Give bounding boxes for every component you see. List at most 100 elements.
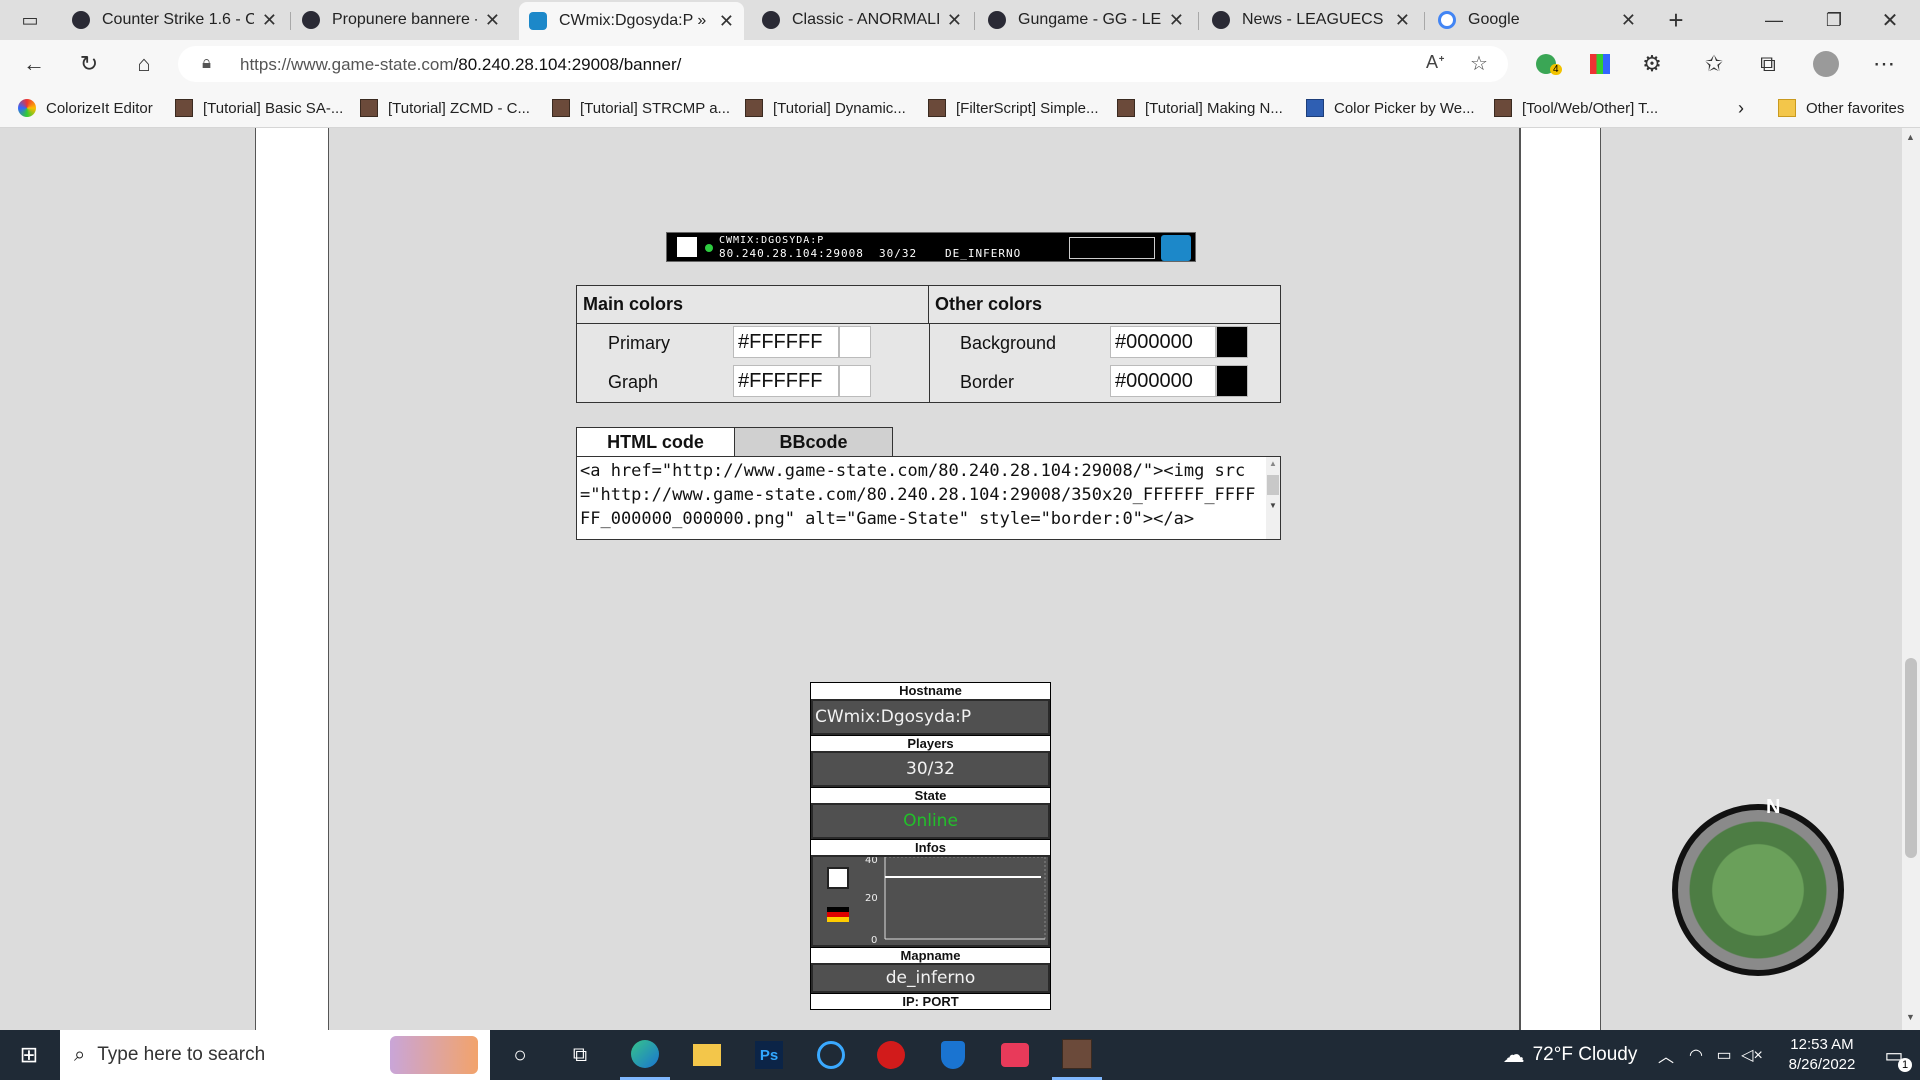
notification-center-icon[interactable]: ▭ 1: [1872, 1030, 1916, 1080]
weather-widget[interactable]: ☁ 72°F Cloudy: [1490, 1030, 1650, 1080]
back-icon[interactable]: ←: [18, 48, 50, 80]
bookmark-label: [Tutorial] Dynamic...: [773, 99, 906, 117]
bookmark-favicon: [745, 99, 763, 117]
taskbar-search[interactable]: ⌕ Type here to search: [60, 1030, 490, 1080]
tab-bbcode[interactable]: BBcode: [734, 427, 893, 457]
tab-news-leaguecs[interactable]: News - LEAGUECS - R ✕: [1202, 4, 1420, 36]
restore-icon[interactable]: ❐: [1818, 4, 1850, 36]
embed-code-textarea[interactable]: <a href="http://www.game-state.com/80.24…: [576, 456, 1281, 540]
bookmark-filterscript[interactable]: [FilterScript] Simple...: [928, 96, 1099, 120]
background-color-input[interactable]: #000000: [1110, 326, 1216, 358]
bookmark-zcmd[interactable]: [Tutorial] ZCMD - C...: [360, 96, 530, 120]
close-icon[interactable]: ✕: [719, 11, 734, 32]
bookmark-label: [Tutorial] STRCMP a...: [580, 99, 731, 117]
game-app-icon[interactable]: [866, 1030, 916, 1080]
tab-favicon: [1212, 11, 1230, 29]
home-icon[interactable]: ⌂: [128, 48, 160, 80]
refresh-icon[interactable]: ↻: [73, 48, 105, 80]
tab-counter-strike[interactable]: Counter Strike 1.6 - Cl ✕: [62, 4, 287, 36]
close-icon[interactable]: ✕: [262, 10, 277, 31]
tab-cwmix-active[interactable]: CWmix:Dgosyda:P » B ✕: [519, 2, 744, 40]
scroll-down-icon[interactable]: ▼: [1269, 501, 1277, 510]
bookmark-colorizeit[interactable]: ColorizeIt Editor: [18, 96, 153, 120]
tab-propunere[interactable]: Propunere bannere - S ✕: [292, 4, 510, 36]
scroll-up-icon[interactable]: ▲: [1269, 459, 1277, 468]
bookmark-strcmp[interactable]: [Tutorial] STRCMP a...: [552, 96, 730, 120]
mapname-heading: Mapname: [811, 947, 1050, 963]
close-icon[interactable]: ✕: [485, 10, 500, 31]
minimize-icon[interactable]: —: [1758, 4, 1790, 36]
scroll-thumb[interactable]: [1267, 475, 1279, 495]
scroll-up-icon[interactable]: ▲: [1906, 132, 1915, 142]
textarea-scrollbar[interactable]: ▲ ▼: [1266, 457, 1280, 539]
profile-avatar[interactable]: [1810, 48, 1842, 80]
bookmark-other-favorites[interactable]: Other favorites: [1778, 96, 1904, 120]
ccleaner-icon[interactable]: [806, 1030, 856, 1080]
close-icon[interactable]: ✕: [1169, 10, 1184, 31]
tab-favicon: [72, 11, 90, 29]
new-tab-icon[interactable]: +: [1660, 4, 1692, 36]
bookmark-making[interactable]: [Tutorial] Making N...: [1117, 96, 1283, 120]
primary-color-input[interactable]: #FFFFFF: [733, 326, 839, 358]
read-aloud-icon[interactable]: Aᐩ: [1426, 52, 1445, 73]
clock[interactable]: 12:53 AM 8/26/2022: [1768, 1030, 1876, 1080]
collections-icon[interactable]: ⧉: [1752, 48, 1784, 80]
graph-color-swatch[interactable]: [839, 365, 871, 397]
tab-google[interactable]: Google ✕: [1428, 4, 1646, 36]
bookmark-favicon: [1117, 99, 1135, 117]
extension-icon[interactable]: 4: [1530, 48, 1562, 80]
infos-panel: 40 20 0: [811, 855, 1050, 947]
file-explorer-icon[interactable]: [682, 1030, 732, 1080]
security-shield-icon[interactable]: [928, 1030, 978, 1080]
photoshop-icon[interactable]: Ps: [744, 1030, 794, 1080]
bookmark-label: [Tool/Web/Other] T...: [1522, 99, 1659, 117]
battery-icon[interactable]: ▭: [1710, 1030, 1738, 1080]
bookmark-dynamic[interactable]: [Tutorial] Dynamic...: [745, 96, 906, 120]
windows-start-icon[interactable]: ⊞: [0, 1030, 58, 1080]
favorites-icon[interactable]: ✩: [1698, 48, 1730, 80]
border-color-input[interactable]: #000000: [1110, 365, 1216, 397]
close-icon[interactable]: ✕: [1621, 10, 1636, 31]
task-view-icon[interactable]: ⧉: [558, 1030, 602, 1080]
samp-game-icon[interactable]: [1052, 1030, 1102, 1080]
background-color-swatch[interactable]: [1216, 326, 1248, 358]
address-toolbar: ← ↻ ⌂ 🔒︎ https://www.game-state.com/80.2…: [0, 40, 1920, 88]
address-bar[interactable]: 🔒︎ https://www.game-state.com/80.240.28.…: [178, 46, 1508, 82]
scroll-thumb[interactable]: [1905, 658, 1917, 858]
primary-color-swatch[interactable]: [839, 326, 871, 358]
bookmark-favicon: [1494, 99, 1512, 117]
edge-icon[interactable]: [620, 1030, 670, 1080]
wifi-icon[interactable]: ◠: [1682, 1030, 1710, 1080]
infos-heading: Infos: [811, 839, 1050, 855]
tab-separator: [1424, 12, 1425, 30]
close-icon[interactable]: ✕: [1395, 10, 1410, 31]
chevron-right-icon[interactable]: ›: [1738, 96, 1744, 120]
tab-label: Classic - ANORMALII -: [792, 11, 939, 28]
show-hidden-icons-chevron-up-icon[interactable]: ︿: [1652, 1030, 1680, 1080]
bookmark-color-picker[interactable]: Color Picker by We...: [1306, 96, 1475, 120]
cortana-icon[interactable]: ○: [498, 1030, 542, 1080]
graph-tick-label: 20: [865, 893, 878, 904]
scroll-down-icon[interactable]: ▼: [1906, 1012, 1915, 1022]
page-scrollbar[interactable]: ▲ ▼: [1902, 128, 1920, 1030]
close-icon[interactable]: ✕: [947, 10, 962, 31]
color-extension-icon[interactable]: [1584, 48, 1616, 80]
recorder-icon[interactable]: [990, 1030, 1040, 1080]
close-window-icon[interactable]: ✕: [1874, 4, 1906, 36]
more-menu-icon[interactable]: ⋯: [1868, 48, 1900, 80]
tab-actions-icon[interactable]: ▭: [14, 4, 46, 36]
volume-muted-icon[interactable]: ◁×: [1738, 1030, 1766, 1080]
lock-icon[interactable]: 🔒︎: [202, 53, 211, 73]
border-color-swatch[interactable]: [1216, 365, 1248, 397]
tab-gungame[interactable]: Gungame - GG - LEAC ✕: [978, 4, 1194, 36]
tab-favicon: [762, 11, 780, 29]
search-icon: ⌕: [74, 1043, 86, 1066]
online-dot-icon: [705, 244, 713, 252]
add-favorite-icon[interactable]: ☆: [1470, 51, 1488, 76]
bookmark-tool-web[interactable]: [Tool/Web/Other] T...: [1494, 96, 1658, 120]
tab-html-code[interactable]: HTML code: [576, 427, 735, 457]
tab-classic[interactable]: Classic - ANORMALII - ✕: [752, 4, 972, 36]
graph-color-input[interactable]: #FFFFFF: [733, 365, 839, 397]
extensions-icon[interactable]: ⚙: [1636, 48, 1668, 80]
bookmark-basic-sa[interactable]: [Tutorial] Basic SA-...: [175, 96, 343, 120]
